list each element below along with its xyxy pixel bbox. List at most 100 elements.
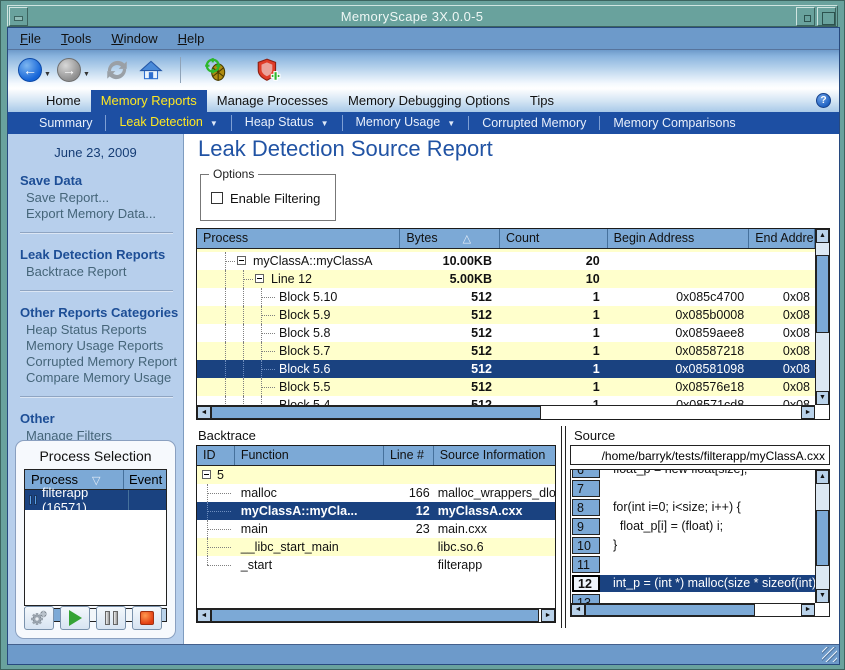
help-icon[interactable]: ? [816,93,831,108]
subnav-heap-status[interactable]: Heap Status▼ [231,115,342,131]
scroll-left-icon[interactable]: ◄ [197,406,211,419]
column-header-line[interactable]: Line # [384,446,434,465]
source-line[interactable]: 12 int_p = (int *) malloc(size * sizeof(… [571,574,815,593]
table-row[interactable]: myClassA::myClassA10.00KB20 [197,252,815,270]
menu-tools[interactable]: Tools [61,31,91,46]
sidebar-item-export-memory-data[interactable]: Export Memory Data... [26,206,183,222]
backtrace-row[interactable]: main23main.cxx [197,520,555,538]
subnav-memory-usage[interactable]: Memory Usage▼ [342,115,469,131]
subnav-corrupted-memory[interactable]: Corrupted Memory [468,116,599,130]
pause-button[interactable] [96,606,126,630]
backtrace-row[interactable]: myClassA::myCla...12myClassA.cxx [197,502,555,520]
column-header-function[interactable]: Function [235,446,384,465]
column-header-count[interactable]: Count [500,229,608,248]
backtrace-row[interactable]: malloc166malloc_wrappers_dlopen. [197,484,555,502]
minimize-icon[interactable] [796,7,815,26]
leak-hscrollbar[interactable]: ◄ ► [197,405,815,419]
scroll-up-icon[interactable]: ▲ [816,229,829,243]
table-row[interactable]: Block 5.751210x085872180x08 [197,342,815,360]
scroll-right-icon[interactable]: ► [801,406,815,419]
subnav-summary[interactable]: Summary [26,116,105,130]
scroll-right-icon[interactable]: ► [541,609,555,622]
scroll-thumb[interactable] [211,609,539,622]
scroll-thumb[interactable] [585,604,755,616]
source-line[interactable]: 7 [571,479,815,498]
backtrace-row[interactable]: __libc_start_mainlibc.so.6 [197,538,555,556]
memory-debug-bug-icon[interactable] [203,57,229,83]
scroll-left-icon[interactable]: ◄ [571,604,585,616]
source-line[interactable]: 8 for(int i=0; i<size; i++) { [571,498,815,517]
backtrace-row[interactable]: _startfilterapp [197,556,555,574]
forward-dropdown-icon[interactable]: ▼ [83,71,90,78]
source-vscrollbar[interactable]: ▲ ▼ [815,470,829,603]
menu-file[interactable]: File [20,31,41,46]
scroll-thumb[interactable] [211,406,541,419]
subnav-leak-detection[interactable]: Leak Detection▼ [105,115,230,131]
scroll-right-icon[interactable]: ► [801,604,815,616]
table-row[interactable]: Block 5.651210x085810980x08 [197,360,815,378]
scroll-left-icon[interactable]: ◄ [197,609,211,622]
back-dropdown-icon[interactable]: ▼ [44,71,51,78]
column-header-process[interactable]: Process [197,229,400,248]
column-header-bytes[interactable]: Bytes △ [400,229,500,248]
tree-label-cell: Block 5.10 [197,288,400,306]
enable-filtering-checkbox[interactable] [211,192,223,204]
source-line[interactable]: 11 [571,555,815,574]
column-header-id[interactable]: ID [197,446,235,465]
run-button[interactable] [60,606,90,630]
sidebar-item-corrupted-memory-report[interactable]: Corrupted Memory Report [26,354,183,370]
tree-collapse-icon[interactable] [237,256,246,265]
table-row[interactable]: Line 125.00KB10 [197,270,815,288]
source-hscrollbar[interactable]: ◄ ► [571,603,815,616]
source-path-field[interactable]: /home/barryk/tests/filterapp/myClassA.cx… [570,445,830,465]
scroll-thumb[interactable] [816,255,829,333]
stop-button[interactable] [132,606,162,630]
home-icon[interactable] [138,57,164,83]
sidebar-item-save-report[interactable]: Save Report... [26,190,183,206]
tab-manage-processes[interactable]: Manage Processes [207,90,338,112]
tab-memory-reports[interactable]: Memory Reports [91,90,207,112]
gear-button[interactable] [24,606,54,630]
table-row[interactable]: Block 5.1051210x085c47000x08 [197,288,815,306]
leak-vscrollbar[interactable]: ▲ ▼ [815,229,829,405]
tree-collapse-icon[interactable] [202,470,211,479]
backtrace-hscrollbar[interactable]: ◄ ► [197,608,555,622]
scroll-down-icon[interactable]: ▼ [816,589,829,603]
window-menu-icon[interactable] [9,7,28,26]
table-row[interactable]: Block 5.451210x08571cd80x08 [197,396,815,405]
maximize-icon[interactable] [817,7,836,26]
sidebar-item-compare-memory-usage[interactable]: Compare Memory Usage [26,370,183,386]
panel-divider[interactable] [561,426,566,628]
column-header-end-address[interactable]: End Address [749,229,815,248]
refresh-icon[interactable] [104,57,130,83]
tree-collapse-icon[interactable] [255,274,264,283]
event-column-header[interactable]: Event [124,470,166,489]
source-line[interactable]: 6 float_p = new float[size]; [571,469,815,479]
menu-window[interactable]: Window [111,31,157,46]
column-header-begin-address[interactable]: Begin Address [608,229,750,248]
sidebar-item-backtrace-report[interactable]: Backtrace Report [26,264,183,280]
menu-help[interactable]: Help [178,31,205,46]
process-row[interactable]: filterapp (16571) [25,490,166,510]
scroll-thumb[interactable] [816,510,829,566]
source-line[interactable]: 9 float_p[i] = (float) i; [571,517,815,536]
table-row[interactable]: Block 5.951210x085b00080x08 [197,306,815,324]
back-icon[interactable]: ← [18,58,42,82]
add-shield-icon[interactable] [255,57,281,83]
source-line[interactable]: 10 } [571,536,815,555]
tab-home[interactable]: Home [36,90,91,112]
resize-grip-icon[interactable] [822,647,837,662]
table-row[interactable]: Block 5.551210x08576e180x08 [197,378,815,396]
backtrace-row[interactable]: 5 [197,466,555,484]
table-row[interactable]: Block 5.851210x0859aee80x08 [197,324,815,342]
scroll-up-icon[interactable]: ▲ [816,470,829,484]
sidebar-item-memory-usage-reports[interactable]: Memory Usage Reports [26,338,183,354]
scroll-down-icon[interactable]: ▼ [816,391,829,405]
tab-memory-debugging-options[interactable]: Memory Debugging Options [338,90,520,112]
title-bar[interactable]: MemoryScape 3X.0.0-5 [7,5,838,27]
subnav-memory-comparisons[interactable]: Memory Comparisons [599,116,748,130]
tab-tips[interactable]: Tips [520,90,564,112]
sidebar-item-heap-status-reports[interactable]: Heap Status Reports [26,322,183,338]
column-header-source-information[interactable]: Source Information [434,446,555,465]
forward-icon[interactable]: → [57,58,81,82]
